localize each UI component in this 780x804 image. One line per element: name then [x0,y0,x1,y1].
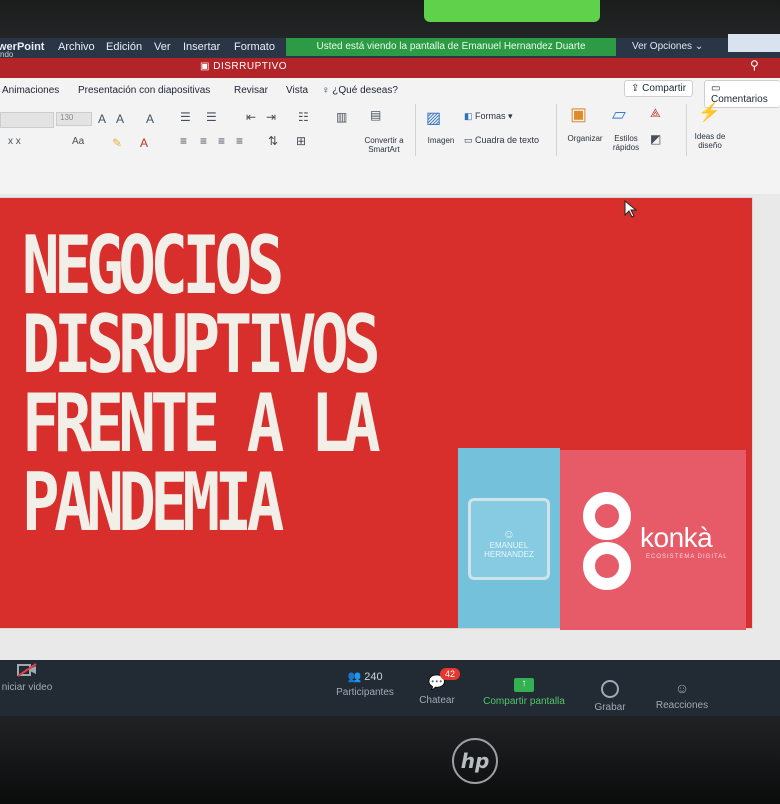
mouse-cursor-icon [624,200,638,218]
image-button[interactable]: Imagen [424,136,458,145]
quick-styles-button[interactable]: Estilos rápidos [606,134,646,152]
konka-logo-icon [583,492,631,590]
tab-presentacion[interactable]: Presentación con diapositivas [78,85,210,96]
bullets-icon[interactable]: ☰ [180,110,191,124]
smartart-icon[interactable]: ▤ [370,108,381,122]
line-spacing-icon[interactable]: ☷ [298,110,309,124]
share-screen-button[interactable]: ↑ Compartir pantalla [476,678,572,707]
font-color-icon[interactable]: A [140,136,148,150]
align-left-icon[interactable]: ≡ [180,134,187,148]
organize-icon[interactable]: ▣ [570,104,587,125]
reactions-button[interactable]: ☺ Reacciones [650,680,714,711]
participants-button[interactable]: 👥 240 Participantes [330,670,400,698]
numbering-icon[interactable]: ☰ [206,110,217,124]
align-center-icon[interactable]: ≡ [200,134,207,148]
brand-tagline: ECOSISTEMA DIGITAL [646,554,728,560]
ribbon-separator [556,104,557,156]
document-title: ▣ DISRRUPTIVO [200,61,288,72]
headline-line: PANDEMIA [22,456,284,549]
tab-vista[interactable]: Vista [286,85,308,96]
design-ideas-icon[interactable]: ⚡ [698,102,720,123]
view-options-dropdown[interactable]: Ver Opciones ⌄ [632,38,724,56]
screen-share-banner: Usted está viendo la pantalla de Emanuel… [286,38,616,56]
ribbon-separator [415,104,416,156]
zoom-share-indicator [424,0,600,22]
share-screen-icon: ↑ [514,678,534,692]
chat-unread-badge: 42 [440,668,461,680]
record-button[interactable]: Grabar [588,680,632,713]
video-off-icon [17,663,37,677]
tab-animaciones[interactable]: Animaciones [2,85,59,96]
participants-icon: 👥 [347,671,365,683]
align-text-icon[interactable]: ⊞ [296,134,306,148]
start-video-button[interactable]: niciar video [0,662,54,693]
search-icon[interactable]: ⚲ [750,58,759,72]
text-direction-icon[interactable]: ⇅ [268,134,278,148]
font-size-field[interactable]: 130 [56,112,92,126]
powerpoint-titlebar [0,58,780,78]
strikethrough-icon[interactable]: x x [8,136,21,147]
share-icon: ⇪ [631,83,643,94]
participants-count: 240 [364,671,383,683]
textbox-button[interactable]: ▭ Cuadra de texto [464,136,539,145]
headline-line: FRENTE A LA [22,377,381,470]
profile-card: ☺ EMANUEL HERNANDEZ [468,498,550,580]
organize-button[interactable]: Organizar [562,134,608,143]
menu-ver[interactable]: Ver [154,41,171,53]
indent-icon[interactable]: ⇤ [246,110,256,124]
document-icon: ▣ [200,61,214,72]
profile-name: EMANUEL HERNANDEZ [484,541,534,559]
top-right-control[interactable] [728,34,780,52]
shapes-button[interactable]: ◧ Formas ▾ [464,112,513,121]
menu-insertar[interactable]: Insertar [183,41,220,53]
quick-styles-icon[interactable]: ▱ [612,104,626,125]
monitor-bezel-top [0,0,780,40]
justify-icon[interactable]: ≡ [236,134,243,148]
headline-line: NEGOCIOS [22,219,284,312]
shape-outline-icon[interactable]: ◩ [650,132,661,146]
lightbulb-icon: ♀ [322,85,333,96]
outdent-icon[interactable]: ⇥ [266,110,276,124]
textbox-icon: ▭ [464,135,476,145]
tell-me-search[interactable]: ♀ ¿Qué deseas? [322,85,398,96]
share-button[interactable]: ⇪ Compartir [624,80,694,97]
tab-revisar[interactable]: Revisar [234,85,268,96]
brand-name: konkà [640,522,713,553]
reactions-icon: ☺ [674,680,690,696]
menu-formato[interactable]: Formato [234,41,275,53]
comment-icon: ▭ [711,83,721,94]
image-icon[interactable]: ▨ [426,108,441,128]
hp-logo: hp [452,738,498,784]
convert-smartart-button[interactable]: Convertir a SmartArt [356,136,412,154]
columns-icon[interactable]: ▥ [336,110,347,124]
headline-line: DISRUPTIVOS [22,298,381,391]
ribbon-separator [686,104,687,156]
align-right-icon[interactable]: ≡ [218,134,225,148]
clear-format-icon[interactable]: A [146,112,154,126]
shape-fill-icon[interactable]: ⟁ [650,106,661,121]
menu-edicion[interactable]: Edición [106,41,142,53]
ribbon-tabs: Animaciones Presentación con diapositiva… [0,80,780,108]
increase-font-icon[interactable]: A [98,112,106,126]
slide-headline[interactable]: NEGOCIOS DISRUPTIVOS FRENTE A LA PANDEMI… [22,219,381,549]
change-case-icon[interactable]: Aa [72,136,84,147]
monitor-bezel-bottom [0,716,780,804]
design-ideas-button[interactable]: Ideas de diseño [690,132,730,150]
font-name-field[interactable] [0,112,54,128]
menu-archivo[interactable]: Archivo [58,41,95,53]
highlight-icon[interactable]: ✎ [112,136,122,150]
profile-avatar-icon: ☺ [502,527,516,541]
shapes-icon: ◧ [464,111,476,121]
decrease-font-icon[interactable]: A [116,112,124,126]
record-icon [601,680,619,698]
